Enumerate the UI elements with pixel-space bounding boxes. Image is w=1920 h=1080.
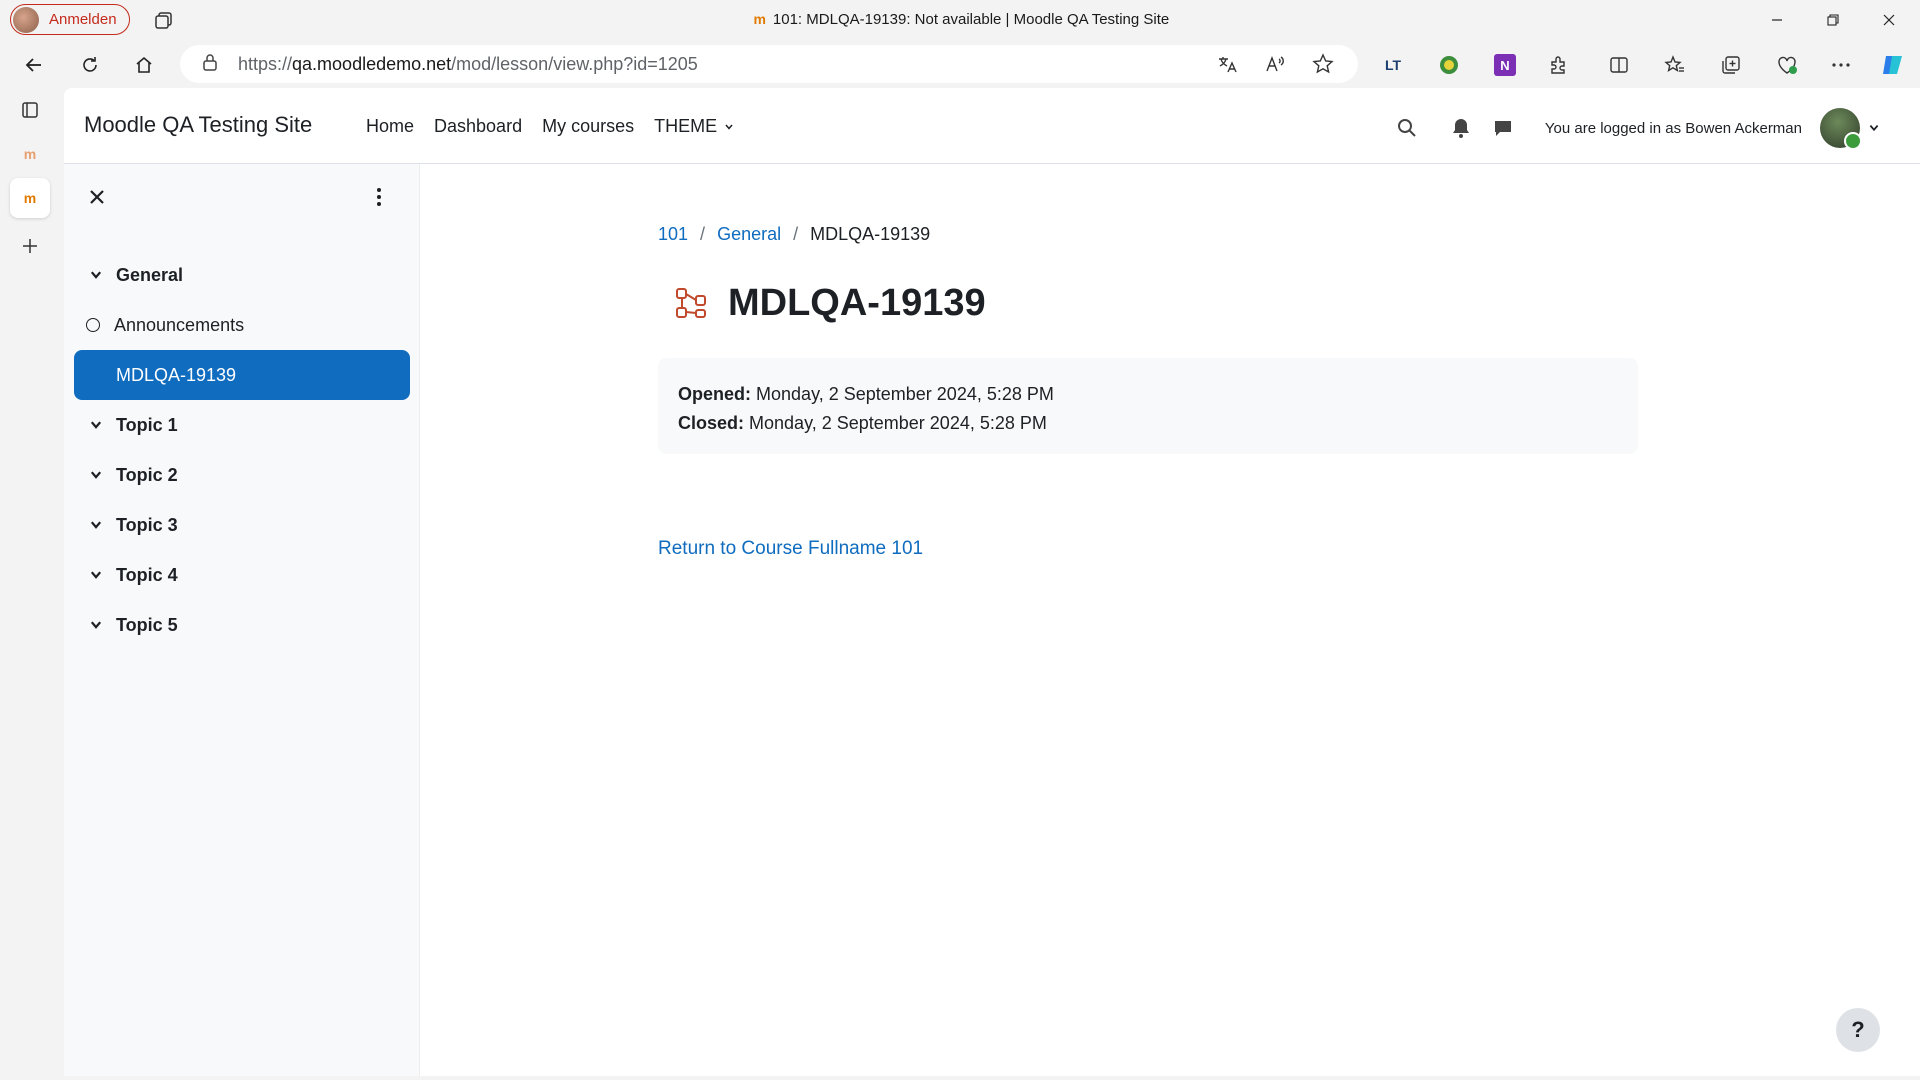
course-section-topic-4[interactable]: Topic 4 [74,550,410,600]
refresh-button[interactable] [74,50,106,80]
vertical-tabs-strip: m m [0,88,62,1080]
user-navigation: You are logged in as Bowen Ackerman [1377,108,1880,150]
activity-announcements[interactable]: Announcements [74,300,410,350]
chevron-down-icon[interactable] [86,518,106,532]
minimize-button[interactable] [1754,6,1800,34]
nav-my-courses[interactable]: My courses [542,116,634,137]
shield-extension-icon[interactable] [1434,50,1464,80]
tab-actions-icon[interactable] [10,90,50,130]
course-section-general[interactable]: General [74,250,410,300]
read-aloud-icon[interactable] [1264,53,1286,80]
breadcrumb: 101 / General / MDLQA-19139 [658,224,930,245]
search-icon[interactable] [1389,110,1425,146]
breadcrumb-separator: / [700,224,706,244]
course-index: General Announcements MDLQA-19139 Topic … [74,250,410,650]
chevron-down-icon[interactable] [86,418,106,432]
logged-in-text: You are logged in as Bowen Ackerman [1544,119,1802,137]
closed-date-row: Closed: Monday, 2 September 2024, 5:28 P… [678,413,1047,433]
site-name[interactable]: Moodle QA Testing Site [84,112,312,138]
new-tab-icon[interactable] [10,226,50,266]
more-options-icon[interactable] [1826,50,1856,80]
translate-icon[interactable] [1216,53,1238,80]
languagetool-extension-icon[interactable]: LT [1378,50,1408,80]
page-title: MDLQA-19139 [728,282,986,324]
favorite-star-icon[interactable] [1312,53,1334,80]
breadcrumb-course[interactable]: 101 [658,224,688,245]
nav-dashboard[interactable]: Dashboard [434,116,522,137]
breadcrumb-separator: / [793,224,799,244]
course-index-drawer: General Announcements MDLQA-19139 Topic … [64,164,420,1076]
moodle-tab-icon[interactable]: m [10,134,50,174]
restore-button[interactable] [1810,6,1856,34]
chevron-down-icon[interactable] [86,468,106,482]
moodle-favicon-icon: m [753,11,766,27]
back-button[interactable] [18,50,50,80]
favorites-list-icon[interactable] [1660,50,1690,80]
course-section-topic-2[interactable]: Topic 2 [74,450,410,500]
address-bar[interactable]: https://qa.moodledemo.net/mod/lesson/vie… [180,45,1358,83]
copilot-icon[interactable] [1878,50,1908,80]
notifications-bell-icon[interactable] [1443,110,1479,146]
moodle-navbar: Moodle QA Testing Site Home Dashboard My… [64,88,1920,164]
completion-circle-icon [86,318,100,332]
avatar-status-badge [1844,132,1862,150]
browser-titlebar: Anmelden m 101: MDLQA-19139: Not availab… [0,0,1920,40]
help-button[interactable]: ? [1836,1008,1880,1052]
messages-icon[interactable] [1485,110,1521,146]
web-page: Moodle QA Testing Site Home Dashboard My… [64,88,1920,1076]
chevron-down-icon[interactable] [86,618,106,632]
return-to-course-link[interactable]: Return to Course Fullname 101 [658,538,923,560]
lesson-module-icon [674,286,710,322]
nav-theme-dropdown[interactable]: THEME [654,116,734,137]
page-header: MDLQA-19139 [674,282,986,325]
chevron-down-icon[interactable] [86,568,106,582]
activity-dates: Opened: Monday, 2 September 2024, 5:28 P… [658,358,1638,454]
user-avatar[interactable] [1820,108,1862,150]
opened-date-row: Opened: Monday, 2 September 2024, 5:28 P… [678,384,1054,404]
url-text: https://qa.moodledemo.net/mod/lesson/vie… [238,53,698,74]
home-button[interactable] [128,50,160,80]
split-screen-icon[interactable] [1604,50,1634,80]
collections-icon[interactable] [1716,50,1746,80]
primary-navigation: Home Dashboard My courses THEME [366,116,734,137]
course-section-topic-1[interactable]: Topic 1 [74,400,410,450]
chevron-down-icon [725,124,733,130]
lock-icon[interactable] [202,53,220,76]
moodle-active-tab-icon[interactable]: m [10,178,50,218]
activity-mdlqa-19139[interactable]: MDLQA-19139 [74,350,410,400]
course-index-options-icon[interactable] [364,182,394,212]
close-window-button[interactable] [1866,6,1912,34]
extensions-puzzle-icon[interactable] [1544,50,1574,80]
close-drawer-icon[interactable] [82,182,112,212]
nav-home[interactable]: Home [366,116,414,137]
breadcrumb-current: MDLQA-19139 [810,224,931,244]
browser-essentials-icon[interactable] [1772,50,1802,80]
onenote-extension-icon[interactable]: N [1490,50,1520,80]
browser-toolbar: https://qa.moodledemo.net/mod/lesson/vie… [0,40,1920,88]
course-section-topic-3[interactable]: Topic 3 [74,500,410,550]
course-section-topic-5[interactable]: Topic 5 [74,600,410,650]
user-menu-chevron-icon[interactable] [1868,122,1880,134]
breadcrumb-section[interactable]: General [717,224,781,245]
chevron-down-icon[interactable] [86,268,106,282]
window-title: m 101: MDLQA-19139: Not available | Mood… [0,11,1920,28]
